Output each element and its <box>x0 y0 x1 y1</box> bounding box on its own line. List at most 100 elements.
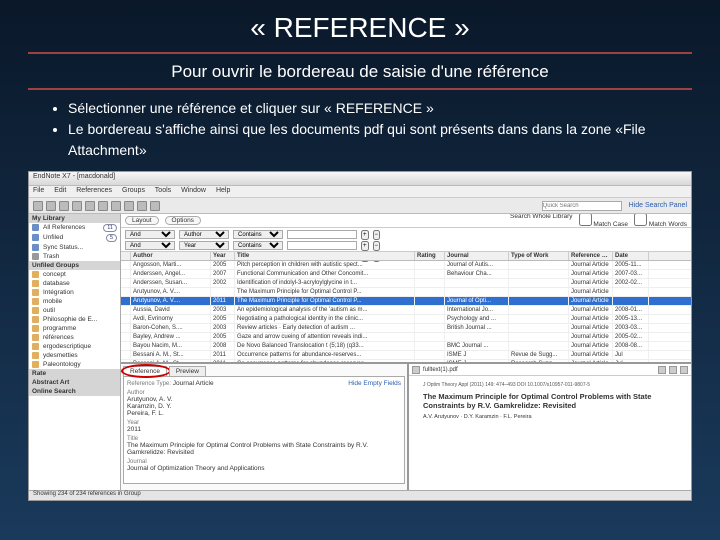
col-reftype[interactable]: Reference Type <box>569 252 613 260</box>
pdf-panel: fulltext(1).pdf J Optim Theory Appl (201… <box>409 364 691 490</box>
slide-title: « REFERENCE » <box>28 8 692 54</box>
sidebar-all-references[interactable]: All References11 <box>29 223 120 233</box>
menu-tools[interactable]: Tools <box>155 187 171 194</box>
slide-bullets: Sélectionner une référence et cliquer su… <box>28 90 692 171</box>
reftype-value[interactable]: Journal Article <box>173 380 214 387</box>
search-value[interactable] <box>287 230 357 239</box>
sidebar-header: My Library <box>29 214 120 223</box>
search-remove[interactable]: − <box>373 241 381 251</box>
book-icon[interactable] <box>46 201 56 211</box>
globe-icon[interactable] <box>33 201 43 211</box>
sidebar-group[interactable]: Paleontology <box>29 360 120 369</box>
sidebar-group[interactable]: mobile <box>29 297 120 306</box>
table-row[interactable]: Anderssen, Susan...2002Identification of… <box>121 279 691 288</box>
sidebar-sync[interactable]: Sync Status... <box>29 243 120 252</box>
menu-edit[interactable]: Edit <box>54 187 66 194</box>
search-whole-label: Search Whole Library <box>510 214 573 228</box>
col-clip[interactable] <box>121 252 131 260</box>
pdf-authors: A.V. Arutyunov · D.Y. Karamzin · F.L. Pe… <box>423 414 677 420</box>
filter-bar: Layout Options Search Whole Library Matc… <box>121 214 691 228</box>
sidebar-group[interactable]: Intégration <box>29 288 120 297</box>
table-row[interactable]: Anderssen, Angel...2007Functional Commun… <box>121 270 691 279</box>
search-add[interactable]: + <box>361 241 369 251</box>
col-author[interactable]: Author <box>131 252 211 260</box>
col-year[interactable]: Year <box>211 252 235 260</box>
search-add[interactable]: + <box>361 230 369 240</box>
match-words-checkbox[interactable]: Match Words <box>634 214 687 228</box>
col-journal[interactable]: Journal <box>445 252 509 260</box>
preview-tab[interactable]: Preview <box>169 366 206 376</box>
table-row[interactable]: Bayou Nacim, M...2008De Novo Balanced Tr… <box>121 342 691 351</box>
export-icon[interactable] <box>98 201 108 211</box>
ref-field-value[interactable]: Arutyunov, A. V.Karamzin, D. Y.Pereira, … <box>127 396 401 417</box>
ref-field-value[interactable]: The Maximum Principle for Optimal Contro… <box>127 442 401 456</box>
search-value[interactable] <box>287 241 357 250</box>
ref-field-value[interactable]: Journal of Optimization Theory and Appli… <box>127 465 401 472</box>
sidebar-group[interactable]: Philosophie de E... <box>29 315 120 324</box>
ref-field-value[interactable]: 2011 <box>127 426 401 433</box>
pdf-zoom-icon[interactable] <box>680 366 688 374</box>
col-rating[interactable]: Rating <box>415 252 445 260</box>
search-field[interactable]: Year <box>179 241 229 250</box>
email-icon[interactable] <box>137 201 147 211</box>
table-row[interactable]: Angosson, Marti...2005Pitch perception i… <box>121 261 691 270</box>
pdf-print-icon[interactable] <box>669 366 677 374</box>
table-row[interactable]: Avdi, Evrinomy2005Negotiating a patholog… <box>121 315 691 324</box>
sidebar-group[interactable]: concept <box>29 270 120 279</box>
sync-icon[interactable] <box>72 201 82 211</box>
table-row[interactable]: Arutyunov, A. V....2011The Maximum Princ… <box>121 297 691 306</box>
window-titlebar: EndNote X7 - [macdonald] <box>29 172 691 186</box>
table-row[interactable]: Bessani A. M., St...2011Occurrence patte… <box>121 351 691 360</box>
options-button[interactable]: Options <box>165 216 201 225</box>
quick-search-input[interactable] <box>542 201 622 211</box>
layout-button[interactable]: Layout <box>125 216 159 225</box>
sidebar-rate[interactable]: Rate <box>29 369 120 378</box>
pdf-save-icon[interactable] <box>658 366 666 374</box>
library-sidebar: My Library All References11 Unfiled5 Syn… <box>29 214 121 490</box>
col-typeofwork[interactable]: Type of Work <box>509 252 569 260</box>
hide-empty-fields[interactable]: Hide Empty Fields <box>348 380 401 387</box>
sidebar-unfiled[interactable]: Unfiled5 <box>29 233 120 243</box>
menu-window[interactable]: Window <box>181 187 206 194</box>
sidebar-group[interactable]: outil <box>29 306 120 315</box>
search-field[interactable]: Author <box>179 230 229 239</box>
bullet: Sélectionner une référence et cliquer su… <box>68 98 692 119</box>
search-rel[interactable]: Contains <box>233 230 283 239</box>
search-remove[interactable]: − <box>373 230 381 240</box>
pdf-document: J Optim Theory Appl (2011) 149: 474–493 … <box>409 376 691 490</box>
search-op[interactable]: And <box>125 241 175 250</box>
sidebar-trash[interactable]: Trash <box>29 252 120 261</box>
table-row[interactable]: Bayley, Andrew ...2005Gaze and arrow cue… <box>121 333 691 342</box>
menu-groups[interactable]: Groups <box>122 187 145 194</box>
hide-search-link[interactable]: Hide Search Panel <box>629 202 687 209</box>
help-icon[interactable] <box>150 201 160 211</box>
bullet: Le bordereau s'affiche ainsi que les doc… <box>68 119 692 161</box>
sidebar-group[interactable]: database <box>29 279 120 288</box>
pdf-filename: fulltext(1).pdf <box>423 367 458 373</box>
menu-file[interactable]: File <box>33 187 44 194</box>
endnote-window: EndNote X7 - [macdonald] File Edit Refer… <box>28 171 692 501</box>
share-icon[interactable] <box>85 201 95 211</box>
sidebar-group[interactable]: ergodescriptique <box>29 342 120 351</box>
folder-icon[interactable] <box>59 201 69 211</box>
table-header: Author Year Title Rating Journal Type of… <box>121 252 691 261</box>
col-date[interactable]: Date <box>613 252 649 260</box>
sidebar-abstract-art[interactable]: Abstract Art <box>29 378 120 387</box>
search-rel[interactable]: Contains <box>233 241 283 250</box>
table-row[interactable]: Arutyunov, A. V....The Maximum Principle… <box>121 288 691 297</box>
fulltext-icon[interactable] <box>111 201 121 211</box>
pdf-attach-icon[interactable] <box>412 366 420 374</box>
table-row[interactable]: Baron-Cohen, S....2003Review articles · … <box>121 324 691 333</box>
sidebar-group[interactable]: programme <box>29 324 120 333</box>
sidebar-group[interactable]: références <box>29 333 120 342</box>
menu-help[interactable]: Help <box>216 187 230 194</box>
table-row[interactable]: Aussia, David2003An epidemiological anal… <box>121 306 691 315</box>
menu-references[interactable]: References <box>76 187 112 194</box>
search-op[interactable]: And <box>125 230 175 239</box>
col-title[interactable]: Title <box>235 252 415 260</box>
match-case-checkbox[interactable]: Match Case <box>579 214 629 228</box>
sidebar-group[interactable]: ydesmetties <box>29 351 120 360</box>
link-icon[interactable] <box>124 201 134 211</box>
sidebar-online-search[interactable]: Online Search <box>29 387 120 396</box>
menubar[interactable]: File Edit References Groups Tools Window… <box>29 186 691 198</box>
